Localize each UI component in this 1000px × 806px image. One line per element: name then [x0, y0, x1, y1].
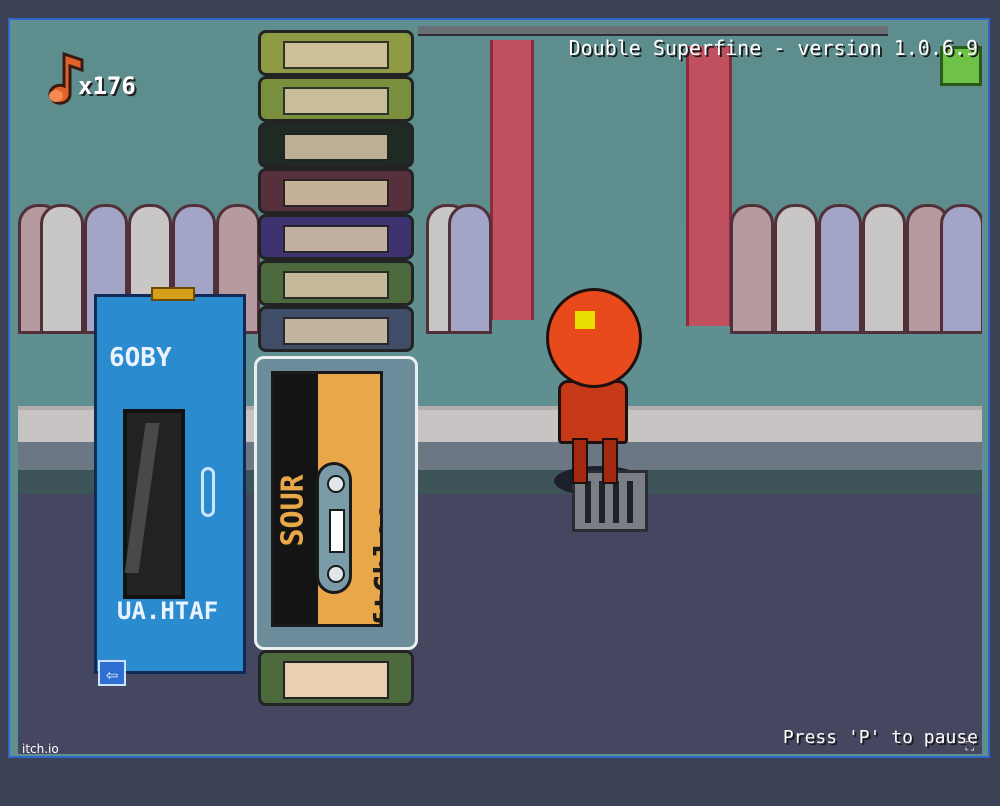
selected-cassette-label: SOUR ftChloe Berry: [271, 371, 383, 627]
volume-switch[interactable]: [201, 467, 215, 517]
cassette-reel: [327, 565, 345, 583]
game-frame[interactable]: x176 Double Superfine - version 1.0.6.9 …: [8, 18, 990, 758]
cassette-tape[interactable]: [258, 650, 414, 706]
cassette-tape[interactable]: [258, 306, 414, 352]
cassette-player-brand: 6OBY: [109, 343, 172, 373]
cassette-window: [316, 462, 352, 594]
fence-picket: [448, 204, 492, 334]
cassette-tape[interactable]: [258, 76, 414, 122]
game-canvas[interactable]: x176 Double Superfine - version 1.0.6.9 …: [18, 26, 982, 754]
cassette-tape[interactable]: [258, 30, 414, 76]
cassette-tape[interactable]: [258, 260, 414, 306]
cassette-artist: ftChloe Berry: [369, 502, 383, 627]
fence-picket: [774, 204, 818, 334]
cassette-tape[interactable]: [258, 214, 414, 260]
player-leg: [602, 438, 618, 484]
cassette-title: SOUR: [275, 474, 311, 547]
back-button[interactable]: ⇦: [98, 660, 126, 686]
cassette-slot: [329, 509, 345, 553]
cassette-reel: [327, 475, 345, 493]
player-play-button[interactable]: [151, 287, 195, 301]
top-wire: [418, 26, 888, 36]
cassette-player-window: [123, 409, 185, 599]
fence-picket: [818, 204, 862, 334]
note-counter: x176: [78, 72, 136, 100]
cassette-player-model: UA.HTAF: [117, 597, 219, 625]
player-leg: [572, 438, 588, 484]
player-character: [546, 288, 656, 488]
selected-cassette[interactable]: SOUR ftChloe Berry: [254, 356, 418, 650]
fence-picket: [730, 204, 774, 334]
itch-io-link[interactable]: itch.io: [22, 742, 59, 756]
fullscreen-icon[interactable]: ⛶: [966, 739, 974, 754]
player-body: [558, 380, 628, 444]
cassette-player[interactable]: 6OBY UA.HTAF: [94, 287, 246, 674]
cassette-tape[interactable]: [258, 168, 414, 214]
cassette-tape[interactable]: [258, 122, 414, 168]
arrow-left-icon: ⇦: [105, 662, 119, 686]
pause-hint: Press 'P' to pause: [782, 727, 978, 748]
fence-picket: [862, 204, 906, 334]
head-highlight: [575, 311, 595, 329]
player-head: [546, 288, 642, 388]
game-title: Double Superfine - version 1.0.6.9: [568, 36, 978, 60]
fence-picket: [940, 204, 982, 334]
fence-picket: [40, 204, 84, 334]
